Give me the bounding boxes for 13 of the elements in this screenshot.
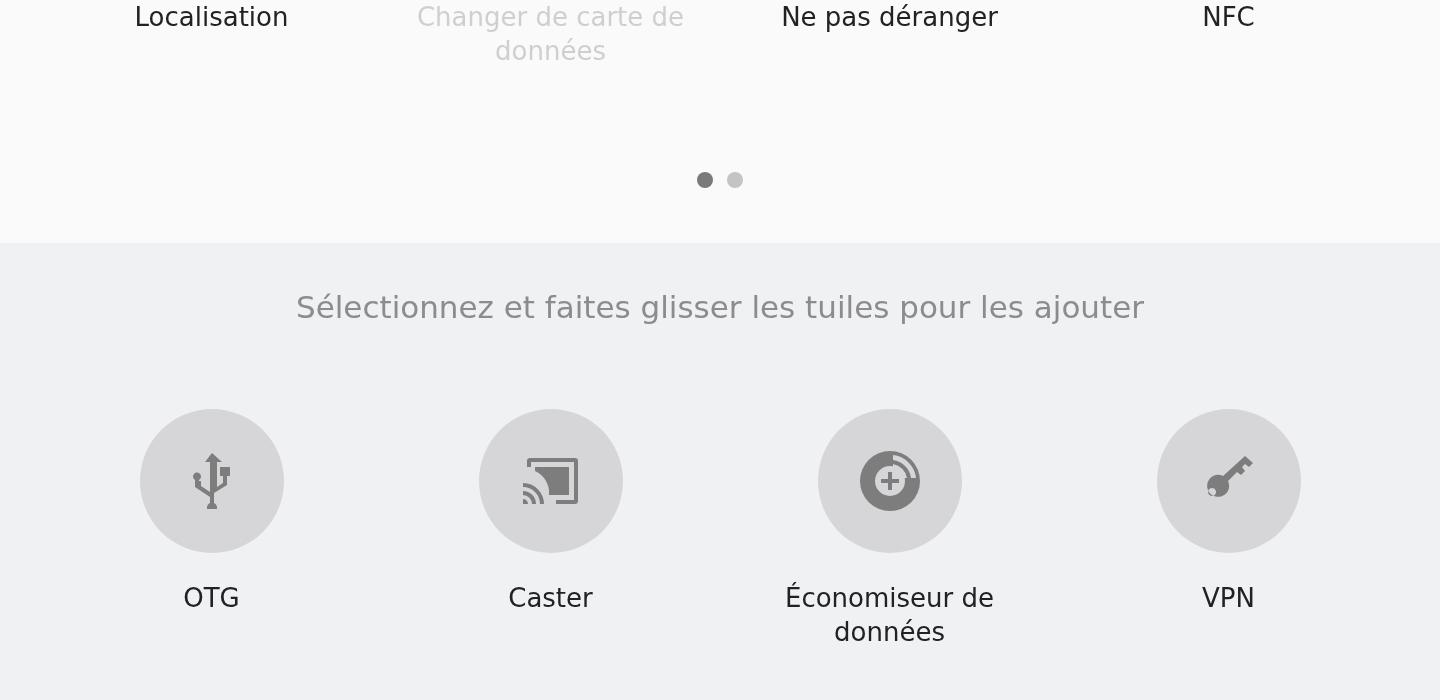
page-indicator-dot[interactable] xyxy=(697,172,713,188)
tile-label: OTG xyxy=(183,582,240,615)
hint-text: Sélectionnez et faites glisser les tuiles pour les ajouter xyxy=(295,288,1145,327)
tile-label: Ne pas déranger xyxy=(781,1,998,34)
data-saver-icon xyxy=(859,451,920,511)
tile-label: Localisation xyxy=(134,1,289,34)
tile-label: VPN xyxy=(1202,582,1255,615)
page-indicator-dot[interactable] xyxy=(727,172,743,188)
tile-label: Caster xyxy=(508,582,593,615)
tile-label: NFC xyxy=(1202,1,1255,34)
usb-icon xyxy=(191,453,232,509)
cast-icon xyxy=(522,458,579,504)
tile-label: Économiseur de données xyxy=(783,581,995,649)
